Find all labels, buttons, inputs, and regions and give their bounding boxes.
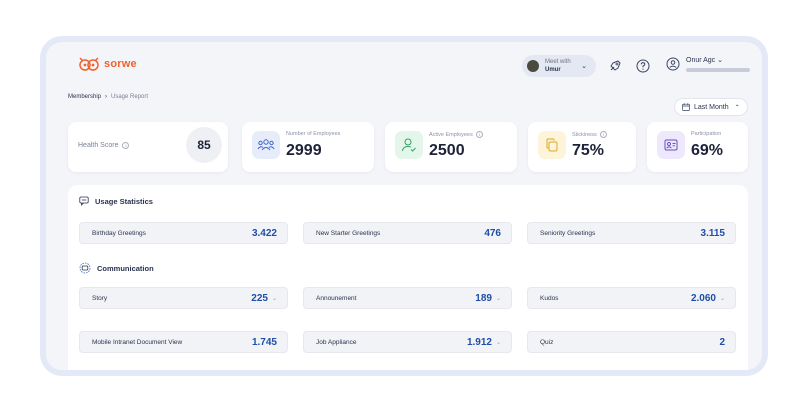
user-name: Onur Agc ⌄ [686, 56, 750, 65]
user-name-text: Onur Agc [686, 57, 716, 64]
metric-card-employees: Number of Employees 2999 [242, 122, 374, 172]
health-score-label: Health Score [78, 142, 119, 149]
health-score-card: Health Score i 85 [68, 122, 228, 172]
stat-label: Birthday Greetings [92, 229, 146, 237]
brand-name: sorwe [104, 58, 137, 70]
app-screen: sorwe Meet with Umur ⌄ Onur Agc ⌄ Member… [46, 42, 762, 370]
metric-card-participation: Participation 69% [647, 122, 748, 172]
info-icon[interactable]: i [475, 131, 483, 138]
chevron-down-icon: ⌄ [717, 57, 724, 64]
stat-kudos[interactable]: Kudos 2.060 ⌄ [527, 287, 736, 309]
chevron-down-icon: ⌄ [581, 63, 587, 70]
calendar-icon [682, 103, 690, 111]
id-card-icon [657, 131, 685, 159]
stat-label: Seniority Greetings [540, 229, 596, 237]
stat-value: 3.115 [700, 227, 725, 239]
metric-label: Stickiness i [572, 131, 607, 138]
meet-with-selector[interactable]: Meet with Umur ⌄ [522, 55, 596, 77]
user-icon [666, 57, 680, 71]
breadcrumb-current: Usage Report [111, 94, 149, 100]
user-info: Onur Agc ⌄ [686, 56, 750, 72]
date-range-label: Last Month [694, 103, 729, 111]
stat-seniority-greetings: Seniority Greetings 3.115 [527, 222, 736, 244]
stat-label: Quiz [540, 338, 554, 346]
stat-label: Kudos [540, 294, 559, 302]
owl-logo-icon [79, 57, 99, 71]
rocket-icon[interactable] [606, 57, 624, 75]
date-range-selector[interactable]: Last Month ⌃ [674, 98, 748, 116]
usage-statistics-title: Usage Statistics [79, 196, 153, 206]
health-score-label-row: Health Score i [78, 142, 130, 149]
chevron-up-icon: ⌃ [734, 104, 740, 111]
stat-value: 189 [475, 292, 492, 304]
metric-value: 75% [572, 142, 605, 159]
metric-label-text: Number of Employees [286, 131, 341, 137]
stat-label: Mobile Intranet Document View [92, 338, 183, 346]
avatar [527, 60, 539, 72]
stat-value: 225 [251, 292, 268, 304]
brand-logo[interactable]: sorwe [78, 56, 137, 72]
chevron-down-icon[interactable]: ⌄ [496, 339, 501, 346]
stat-value: 2 [719, 336, 725, 348]
metric-card-active-employees: Active Employees i 2500 [385, 122, 517, 172]
user-check-icon [395, 131, 423, 159]
info-icon[interactable]: i [122, 142, 130, 149]
chevron-down-icon[interactable]: ⌄ [272, 295, 277, 302]
chevron-down-icon[interactable]: ⌄ [720, 295, 725, 302]
stat-new-starter-greetings: New Starter Greetings 476 [303, 222, 512, 244]
stat-job-appliance[interactable]: Job Appliance 1.912 ⌄ [303, 331, 512, 353]
communication-title: Communication [79, 262, 154, 274]
stat-value: 1.912 [466, 336, 492, 348]
metric-label-text: Stickiness [572, 131, 597, 138]
metric-label: Participation [691, 131, 721, 137]
user-email-redacted [686, 68, 750, 72]
chat-icon [79, 196, 89, 206]
user-menu[interactable]: Onur Agc ⌄ [666, 56, 750, 72]
breadcrumb-parent[interactable]: Membership [68, 94, 101, 100]
copy-icon [538, 131, 566, 159]
metric-value: 2999 [286, 142, 322, 159]
metric-card-stickiness: Stickiness i 75% [528, 122, 636, 172]
meet-with-label: Meet with [545, 59, 571, 65]
stat-birthday-greetings: Birthday Greetings 3.422 [79, 222, 288, 244]
people-icon [252, 131, 280, 159]
app-frame: sorwe Meet with Umur ⌄ Onur Agc ⌄ Member… [40, 36, 768, 376]
stat-label: Job Appliance [316, 338, 357, 346]
stat-story[interactable]: Story 225 ⌄ [79, 287, 288, 309]
stat-value: 1.745 [251, 336, 277, 348]
metric-label-text: Participation [691, 131, 722, 137]
stat-announcement[interactable]: Announement 189 ⌄ [303, 287, 512, 309]
meet-with-text: Meet with Umur [545, 58, 571, 74]
stat-mobile-intranet-document-view: Mobile Intranet Document View 1.745 [79, 331, 288, 353]
metric-value: 2500 [429, 142, 465, 159]
stat-value: 2.060 [690, 292, 716, 304]
stat-label: Announement [316, 294, 357, 302]
metric-value: 69% [691, 142, 724, 159]
stat-value: 3.422 [251, 227, 277, 239]
chevron-down-icon[interactable]: ⌄ [496, 295, 501, 302]
breadcrumb-separator: › [105, 94, 108, 100]
meet-with-name: Umur [545, 67, 561, 73]
stat-value: 476 [484, 227, 501, 239]
help-icon[interactable] [634, 57, 652, 75]
metric-label: Active Employees i [429, 131, 483, 138]
communication-title-text: Communication [97, 263, 154, 273]
metric-label: Number of Employees [286, 131, 340, 137]
health-score-value: 85 [186, 127, 222, 163]
stat-label: Story [92, 294, 108, 302]
stat-quiz: Quiz 2 [527, 331, 736, 353]
info-icon[interactable]: i [599, 131, 607, 138]
stat-label: New Starter Greetings [316, 229, 381, 237]
usage-statistics-title-text: Usage Statistics [95, 196, 153, 206]
communication-icon [79, 262, 91, 274]
statistics-panel: Usage Statistics Birthday Greetings 3.42… [68, 185, 748, 370]
breadcrumb: Membership › Usage Report [68, 94, 148, 100]
metric-label-text: Active Employees [429, 131, 473, 138]
